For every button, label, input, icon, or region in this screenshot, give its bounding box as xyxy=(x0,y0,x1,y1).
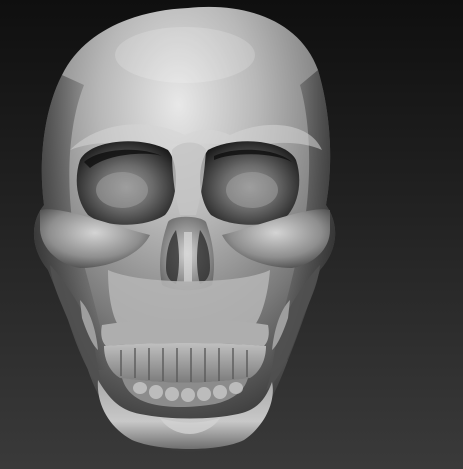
upper-gum xyxy=(101,319,269,346)
sculpt-viewport[interactable] xyxy=(0,0,463,469)
upper-teeth xyxy=(104,343,266,383)
skull-model xyxy=(33,6,336,452)
